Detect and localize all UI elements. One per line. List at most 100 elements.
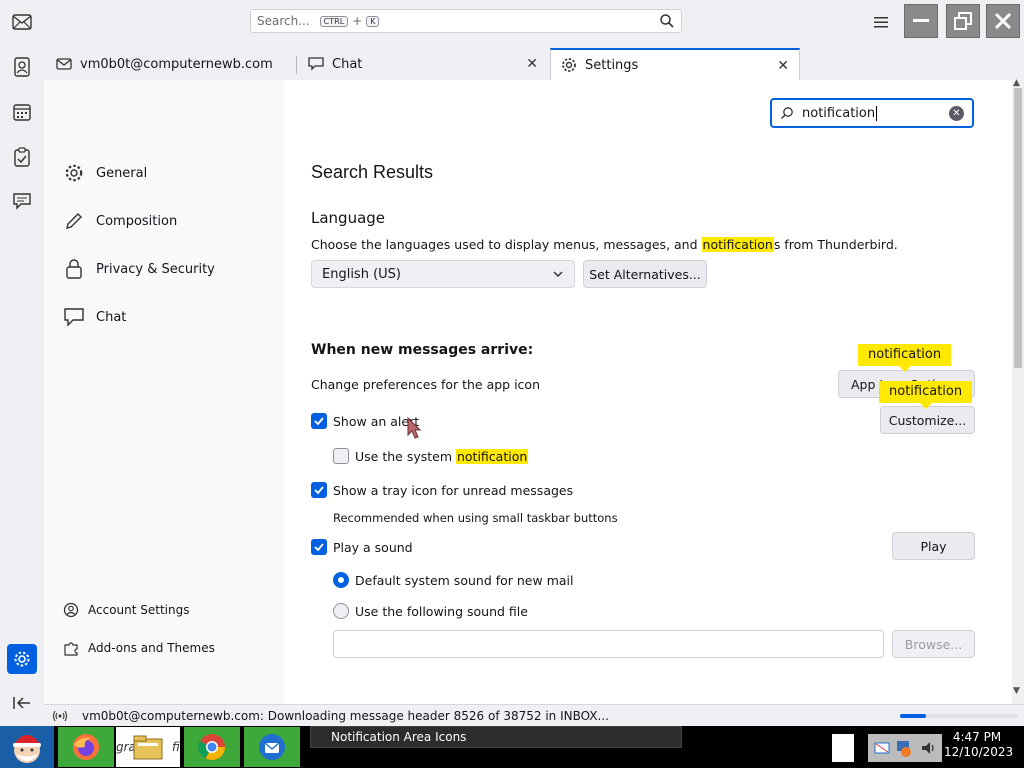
tray-icon-checkbox[interactable] [311,482,327,498]
close-tab-icon[interactable]: ✕ [777,58,789,74]
tab-chat[interactable]: Chat ✕ [298,48,548,80]
play-button[interactable]: Play [892,532,975,560]
tab-mail[interactable]: vm0b0t@computernewb.com [44,48,294,80]
category-label: General [96,165,148,181]
mouse-pointer-icon [407,416,422,439]
tray-icon-label[interactable]: Show a tray icon for unread messages [333,483,573,498]
customize-button[interactable]: Customize... [880,406,975,434]
category-label: Privacy & Security [96,261,215,277]
title-bar: Search... CTRL + K [0,0,1024,44]
account-settings-link[interactable]: Account Settings [62,597,189,623]
volume-icon[interactable] [920,739,938,757]
browse-button[interactable]: Browse... [892,630,975,658]
chat-bubble-icon [13,193,31,210]
category-composition[interactable]: Composition [62,206,177,236]
addons-themes-link[interactable]: Add-ons and Themes [62,635,215,661]
find-in-settings-input[interactable]: notification ✕ [770,98,974,128]
system-notification-checkbox[interactable] [333,448,349,464]
category-privacy-security[interactable]: Privacy & Security [62,254,215,284]
global-search-input[interactable]: Search... CTRL + K [250,9,682,33]
settings-space-button[interactable] [7,644,37,674]
mail-space-button[interactable] [9,9,35,35]
show-desktop-button[interactable] [832,734,854,762]
calendar-space-button[interactable] [9,99,35,125]
checkmark-icon [314,486,324,495]
tasks-space-button[interactable] [9,144,35,170]
category-general[interactable]: General [62,158,147,188]
taskbar-clock[interactable]: 4:47 PM 12/10/2023 [944,730,1013,760]
clipboard-check-icon [14,147,30,167]
start-button[interactable] [0,726,54,768]
clear-search-icon[interactable]: ✕ [949,106,964,121]
address-book-space-button[interactable] [9,54,35,80]
play-sound-label[interactable]: Play a sound [333,540,413,555]
app-menu-button[interactable] [866,10,896,34]
tab-settings[interactable]: Settings ✕ [550,48,800,80]
puzzle-icon [62,639,80,657]
set-alternatives-button[interactable]: Set Alternatives... [583,260,707,288]
online-status-icon[interactable] [52,710,68,722]
lock-icon [62,257,86,281]
language-selected-value: English (US) [322,266,401,282]
clock-time: 4:47 PM [952,730,1002,744]
tab-label: Settings [585,57,639,73]
restore-icon [954,12,972,30]
taskbar-explorer[interactable]: gra fi [116,727,180,767]
close-tab-icon[interactable]: ✕ [526,56,538,72]
system-notification-label[interactable]: Use the system notification [355,449,529,464]
status-text: vm0b0t@computernewb.com: Downloading mes… [82,708,609,723]
firefox-icon [73,734,99,760]
scroll-up-icon[interactable]: ▲ [1013,78,1020,88]
close-icon [994,12,1012,30]
new-messages-heading: When new messages arrive: [311,342,534,358]
play-sound-checkbox[interactable] [311,539,327,555]
taskbar-thunderbird[interactable] [244,727,300,767]
chat-space-button[interactable] [9,188,35,214]
download-progress-bar [900,714,1018,718]
language-desc-text-end: s from Thunderbird. [773,237,898,252]
default-sound-label[interactable]: Default system sound for new mail [355,573,573,588]
addons-themes-label: Add-ons and Themes [88,641,215,655]
default-sound-radio[interactable] [333,572,349,588]
taskbar-window-notification-area[interactable]: Notification Area Icons [310,726,682,748]
settings-main-pane: notification ✕ Search Results Language C… [284,80,1012,704]
address-book-icon [14,57,30,77]
sound-file-path-field[interactable] [333,630,884,658]
taskbar-chrome[interactable] [184,727,240,767]
language-select[interactable]: English (US) [311,260,575,288]
minimize-icon [913,19,929,22]
santa-start-icon [13,735,41,763]
search-placeholder: Search... [257,14,310,28]
vertical-scrollbar[interactable]: ▲ ▼ [1012,78,1024,704]
status-bar: vm0b0t@computernewb.com: Downloading mes… [44,704,1024,726]
os-taskbar: gra fi Notification Area Icons 4:47 PM 1… [0,726,1024,768]
category-chat[interactable]: Chat [62,302,126,332]
search-tooltip: notification [858,344,952,372]
spaces-toolbar [0,0,44,726]
tray-network-icon[interactable] [894,738,914,758]
chevron-down-icon [553,271,563,278]
minimize-button[interactable] [904,4,938,38]
gear-icon [561,57,577,73]
search-highlight: notification [455,449,529,464]
language-description: Choose the languages used to display men… [311,237,898,252]
taskbar-firefox[interactable] [58,727,114,767]
system-tray [868,734,942,762]
restore-button[interactable] [946,4,980,38]
search-tooltip: notification [879,381,973,409]
sound-file-label[interactable]: Use the following sound file [355,604,528,619]
tray-mail-icon[interactable] [874,740,890,756]
find-value: notification [802,105,876,121]
close-window-button[interactable] [986,4,1020,38]
sound-file-radio[interactable] [333,603,349,619]
shortcut-key-k: K [366,15,380,27]
show-alert-checkbox[interactable] [311,413,327,429]
scroll-thumb[interactable] [1014,88,1022,368]
category-label: Chat [96,309,127,325]
scroll-down-icon[interactable]: ▼ [1013,686,1020,696]
checkmark-icon [314,543,324,552]
account-icon [62,601,80,619]
collapse-spaces-button[interactable] [9,690,35,716]
envelope-icon [12,14,32,30]
account-settings-label: Account Settings [88,603,190,617]
